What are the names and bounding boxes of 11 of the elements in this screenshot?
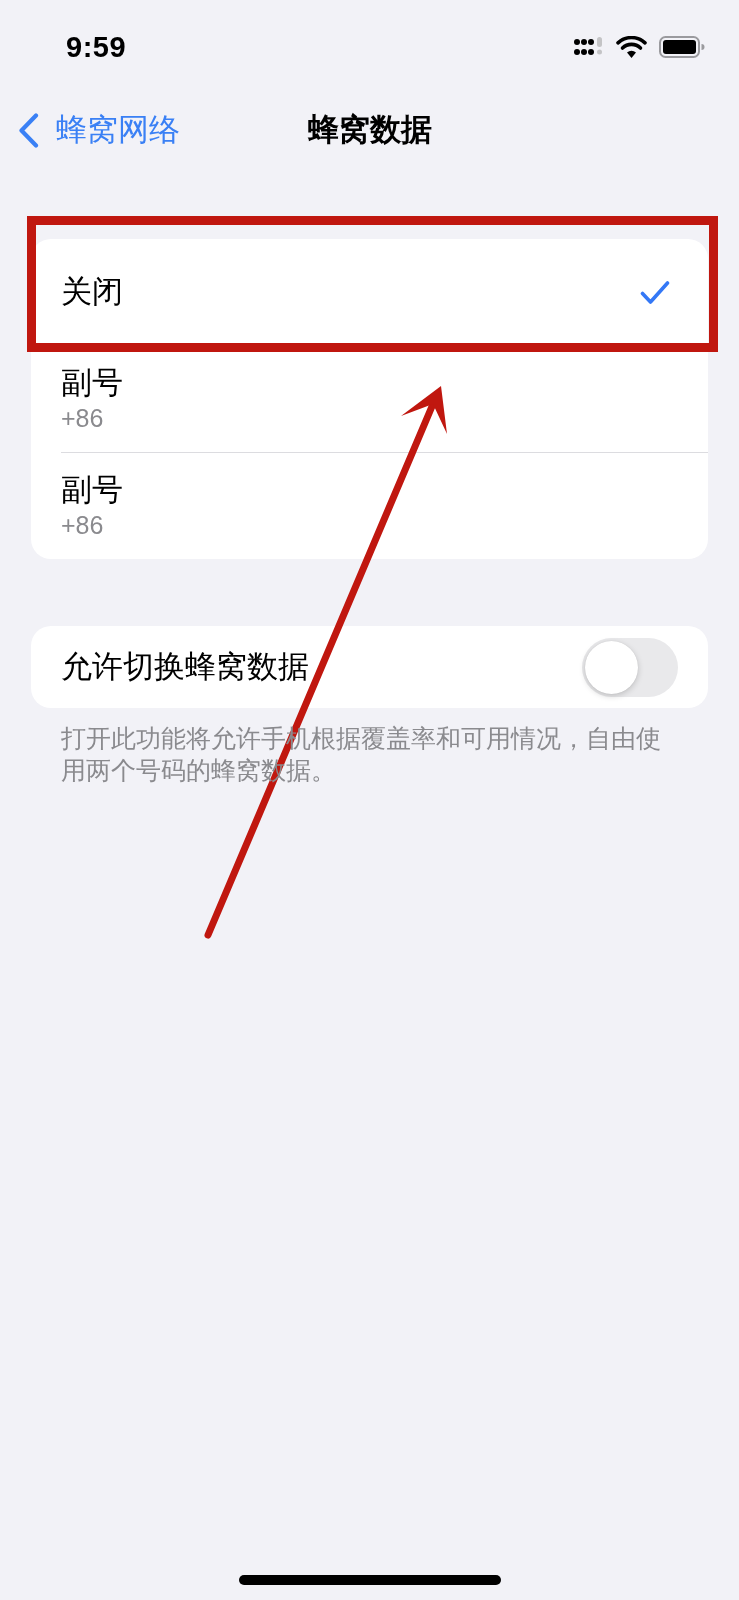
setting-label: 允许切换蜂窝数据 [61, 648, 309, 686]
toggle-switch[interactable] [582, 637, 678, 697]
signal-icon [574, 37, 604, 57]
battery-icon [659, 36, 705, 58]
option-row[interactable]: 关闭 [31, 239, 708, 345]
page-title: 蜂窝数据 [307, 111, 432, 149]
chevron-left-icon [18, 112, 39, 148]
option-row[interactable]: 副号 +86 [31, 453, 708, 559]
wifi-icon [616, 36, 647, 58]
option-row[interactable]: 副号 +86 [31, 346, 708, 452]
status-time: 9:59 [66, 32, 127, 62]
